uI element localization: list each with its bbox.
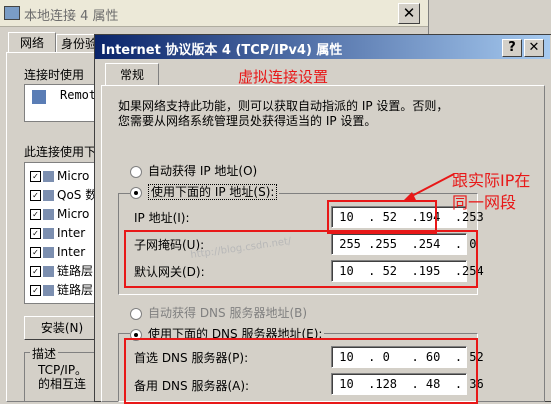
radio-off-icon[interactable] bbox=[130, 307, 142, 320]
checkbox-icon[interactable]: ✓ bbox=[30, 171, 41, 182]
annotation-note: 跟实际IP在 同一网段 bbox=[452, 171, 531, 212]
description-text: TCP/IP。 的相互连 bbox=[38, 363, 88, 391]
list-item-label: QoS 数 bbox=[57, 188, 98, 202]
tab-network[interactable]: 网络 bbox=[8, 32, 56, 53]
auto-ip-label: 自动获得 IP 地址(O) bbox=[148, 164, 258, 178]
component-icon bbox=[43, 209, 54, 220]
auto-dns-radio[interactable]: 自动获得 DNS 服务器地址(B) bbox=[130, 304, 307, 321]
adapter-icon bbox=[32, 90, 46, 104]
list-item[interactable]: ✓ 链路层 bbox=[30, 261, 93, 281]
install-button[interactable]: 安装(N) bbox=[24, 316, 100, 340]
back-close-button[interactable]: ✕ bbox=[398, 3, 420, 24]
list-item-label: 链路层 bbox=[57, 283, 94, 297]
checkbox-icon[interactable]: ✓ bbox=[30, 285, 41, 296]
network-icon bbox=[4, 6, 20, 20]
list-item-label: 链路层 bbox=[57, 264, 94, 278]
annotation-box-mask-gateway bbox=[124, 230, 478, 288]
connect-using-label: 连接时使用 bbox=[24, 68, 85, 82]
connection-uses-label: 此连接使用下 bbox=[24, 145, 97, 159]
radio-off-icon[interactable] bbox=[130, 165, 142, 178]
list-item[interactable]: ✓ Inter bbox=[30, 242, 85, 262]
checkbox-icon[interactable]: ✓ bbox=[30, 228, 41, 239]
dialog-title: Internet 协议版本 4 (TCP/IPv4) 属性 bbox=[101, 43, 343, 58]
checkbox-icon[interactable]: ✓ bbox=[30, 209, 41, 220]
list-item-label: Inter bbox=[57, 226, 86, 240]
manual-ip-radio[interactable]: 使用下面的 IP 地址(S): bbox=[130, 183, 280, 200]
manual-ip-label: 使用下面的 IP 地址(S): bbox=[148, 184, 278, 200]
auto-dns-label: 自动获得 DNS 服务器地址(B) bbox=[148, 306, 308, 320]
list-item[interactable]: ✓ Inter bbox=[30, 223, 85, 243]
tab-general[interactable]: 常规 bbox=[105, 63, 159, 86]
component-icon bbox=[43, 190, 54, 201]
checkbox-icon[interactable]: ✓ bbox=[30, 190, 41, 201]
radio-on-icon[interactable] bbox=[130, 186, 142, 199]
annotation-title: 虚拟连接设置 bbox=[238, 68, 329, 86]
component-icon bbox=[43, 171, 54, 182]
list-item[interactable]: ✓ 链路层 bbox=[30, 280, 93, 300]
component-icon bbox=[43, 228, 54, 239]
component-icon bbox=[43, 247, 54, 258]
checkbox-icon[interactable]: ✓ bbox=[30, 266, 41, 277]
adapter-name: Remot bbox=[60, 88, 97, 102]
intro-text: 如果网络支持此功能，则可以获取自动指派的 IP 设置。否则， 您需要从网络系统管… bbox=[118, 99, 449, 128]
list-item-label: Inter bbox=[57, 245, 86, 259]
list-item[interactable]: ✓ Micro bbox=[30, 204, 89, 224]
back-window-title: 本地连接 4 属性 bbox=[24, 9, 119, 24]
description-label: 描述 bbox=[30, 345, 59, 362]
annotation-arrow-icon bbox=[402, 173, 455, 202]
list-item[interactable]: ✓ Micro bbox=[30, 166, 89, 186]
component-icon bbox=[43, 285, 54, 296]
list-item-label: Micro bbox=[57, 207, 90, 221]
help-button[interactable]: ? bbox=[502, 39, 522, 57]
list-item-label: Micro bbox=[57, 169, 90, 183]
close-button[interactable]: ✕ bbox=[524, 39, 544, 57]
ip-address-label: IP 地址(I): bbox=[134, 211, 190, 225]
list-item[interactable]: ✓ QoS 数 bbox=[30, 185, 97, 205]
checkbox-icon[interactable]: ✓ bbox=[30, 247, 41, 258]
component-icon bbox=[43, 266, 54, 277]
auto-ip-radio[interactable]: 自动获得 IP 地址(O) bbox=[130, 162, 257, 179]
annotation-box-dns bbox=[124, 338, 478, 404]
